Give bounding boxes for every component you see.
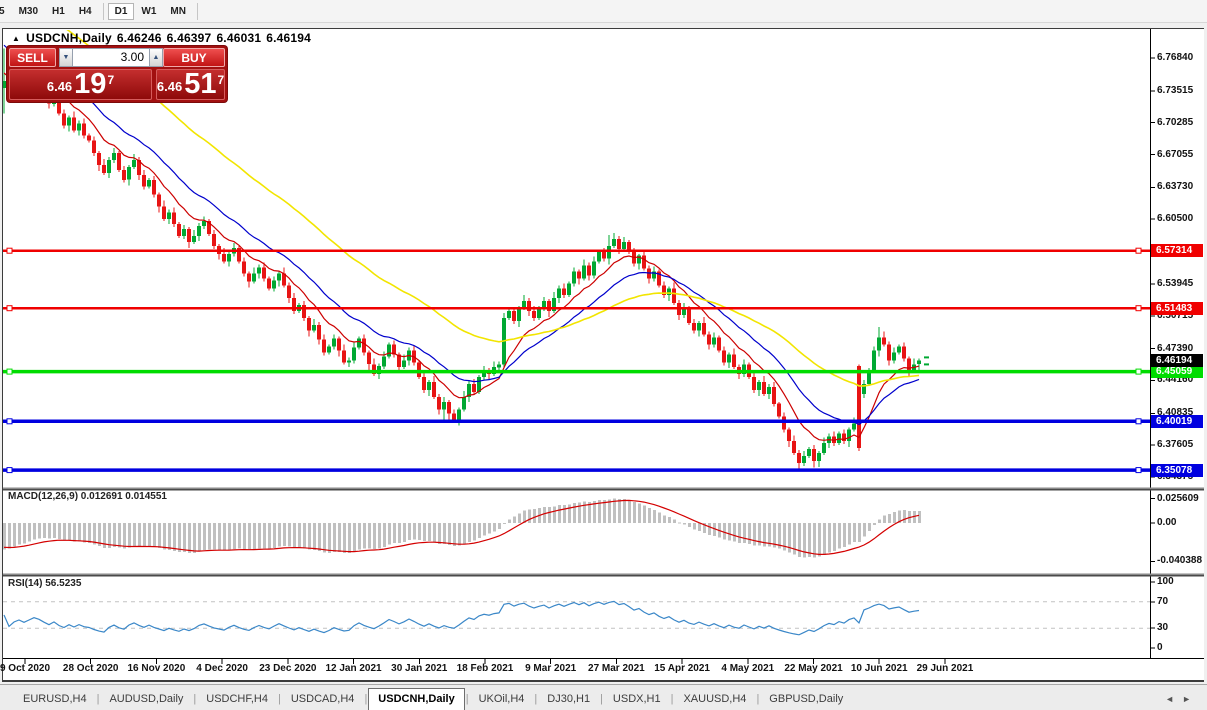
volume-decrease-icon[interactable]: ▼: [59, 48, 73, 67]
ohlc-close: 6.46194: [266, 31, 311, 45]
date-axis-label: 15 Apr 2021: [646, 663, 718, 674]
date-axis-label: 18 Feb 2021: [449, 663, 521, 674]
date-axis-label: 10 Jun 2021: [843, 663, 915, 674]
volume-increase-icon[interactable]: ▲: [149, 48, 163, 67]
symbol-tab-ukoil[interactable]: UKOil,H4: [470, 689, 534, 710]
buy-price-sup: 7: [217, 70, 224, 87]
date-axis-label: 27 Mar 2021: [580, 663, 652, 674]
volume-input[interactable]: 3.00: [73, 48, 149, 67]
current-price-badge: 6.46194: [1151, 354, 1203, 367]
date-axis-label: 28 Oct 2020: [55, 663, 127, 674]
macd-axis-tick: 0.00: [1157, 517, 1176, 528]
date-axis-label: 22 May 2021: [778, 663, 850, 674]
rsi-axis-tick: 100: [1157, 576, 1174, 587]
date-axis-label: 23 Dec 2020: [252, 663, 324, 674]
date-axis-label: 29 Jun 2021: [909, 663, 981, 674]
price-axis-tick: 6.63730: [1157, 181, 1193, 192]
sell-price-big: 19: [74, 70, 106, 99]
date-axis-label: 9 Mar 2021: [515, 663, 587, 674]
sell-price-prefix: 6.46: [47, 79, 72, 99]
price-line-badge: 6.40019: [1151, 415, 1203, 428]
collapse-indicator-icon[interactable]: ▲: [12, 34, 20, 43]
symbol-tab-usdchf[interactable]: USDCHF,H4: [197, 689, 277, 710]
rsi-axis-tick: 70: [1157, 596, 1168, 607]
rsi-axis-tick: 0: [1157, 642, 1163, 653]
macd-indicator-label: MACD(12,26,9) 0.012691 0.014551: [8, 491, 167, 502]
date-axis-label: 4 Dec 2020: [186, 663, 258, 674]
macd-axis-tick: -0.040388: [1157, 555, 1202, 566]
price-axis-tick: 6.53945: [1157, 278, 1193, 289]
ohlc-high: 6.46397: [167, 31, 212, 45]
buy-price-prefix: 6.46: [157, 79, 182, 99]
sell-button[interactable]: SELL: [9, 48, 56, 67]
price-axis-tick: 6.73515: [1157, 85, 1193, 96]
price-axis-tick: 6.70285: [1157, 117, 1193, 128]
ohlc-low: 6.46031: [216, 31, 261, 45]
symbol-tab-gbpusd[interactable]: GBPUSD,Daily: [760, 689, 852, 710]
chart-canvas[interactable]: [0, 0, 1207, 684]
one-click-trading-panel: SELL ▼ 3.00 ▲ BUY 6.46 19 7 6.46 51 7: [7, 46, 227, 102]
buy-button[interactable]: BUY: [163, 48, 225, 67]
tab-scroll-arrows: ◄►: [1165, 694, 1199, 704]
symbol-tab-bar: EURUSD,H4|AUDUSD,Daily|USDCHF,H4|USDCAD,…: [0, 684, 1207, 710]
price-line-badge: 6.45059: [1151, 365, 1203, 378]
price-axis-tick: 6.67055: [1157, 149, 1193, 160]
rsi-axis-tick: 30: [1157, 622, 1168, 633]
date-axis-label: 12 Jan 2021: [318, 663, 390, 674]
price-axis-tick: 6.76840: [1157, 52, 1193, 63]
price-line-badge: 6.57314: [1151, 244, 1203, 257]
date-axis-label: 9 Oct 2020: [0, 663, 61, 674]
symbol-tab-audusd[interactable]: AUDUSD,Daily: [100, 689, 192, 710]
symbol-tab-xauusd[interactable]: XAUUSD,H4: [674, 689, 755, 710]
date-axis-label: 4 May 2021: [712, 663, 784, 674]
tab-scroll-left-icon[interactable]: ◄: [1165, 694, 1182, 704]
tab-scroll-right-icon[interactable]: ►: [1182, 694, 1199, 704]
symbol-tab-usdcad[interactable]: USDCAD,H4: [282, 689, 364, 710]
symbol-tab-usdx[interactable]: USDX,H1: [604, 689, 670, 710]
price-axis-tick: 6.47390: [1157, 343, 1193, 354]
sell-price-sup: 7: [107, 70, 114, 87]
rsi-indicator-label: RSI(14) 56.5235: [8, 578, 81, 589]
price-axis-tick: 6.60500: [1157, 213, 1193, 224]
symbol-tab-usdcnh[interactable]: USDCNH,Daily: [368, 688, 464, 710]
macd-axis-tick: 0.025609: [1157, 493, 1199, 504]
symbol-tab-eurusd[interactable]: EURUSD,H4: [14, 689, 96, 710]
symbol-tab-dj30[interactable]: DJ30,H1: [538, 689, 599, 710]
sell-price-quote[interactable]: 6.46 19 7: [9, 69, 152, 100]
price-axis-tick: 6.37605: [1157, 439, 1193, 450]
price-line-badge: 6.51483: [1151, 302, 1203, 315]
chart-symbol-header: ▲ USDCNH,Daily 6.46246 6.46397 6.46031 6.4619…: [12, 31, 311, 45]
ohlc-open: 6.46246: [117, 31, 162, 45]
price-line-badge: 6.35078: [1151, 464, 1203, 477]
buy-price-quote[interactable]: 6.46 51 7: [156, 69, 225, 100]
buy-price-big: 51: [184, 70, 216, 99]
symbol-period-label: USDCNH,Daily: [26, 31, 112, 45]
date-axis-label: 30 Jan 2021: [383, 663, 455, 674]
date-axis-label: 16 Nov 2020: [120, 663, 192, 674]
volume-stepper: ▼ 3.00 ▲: [59, 48, 163, 67]
